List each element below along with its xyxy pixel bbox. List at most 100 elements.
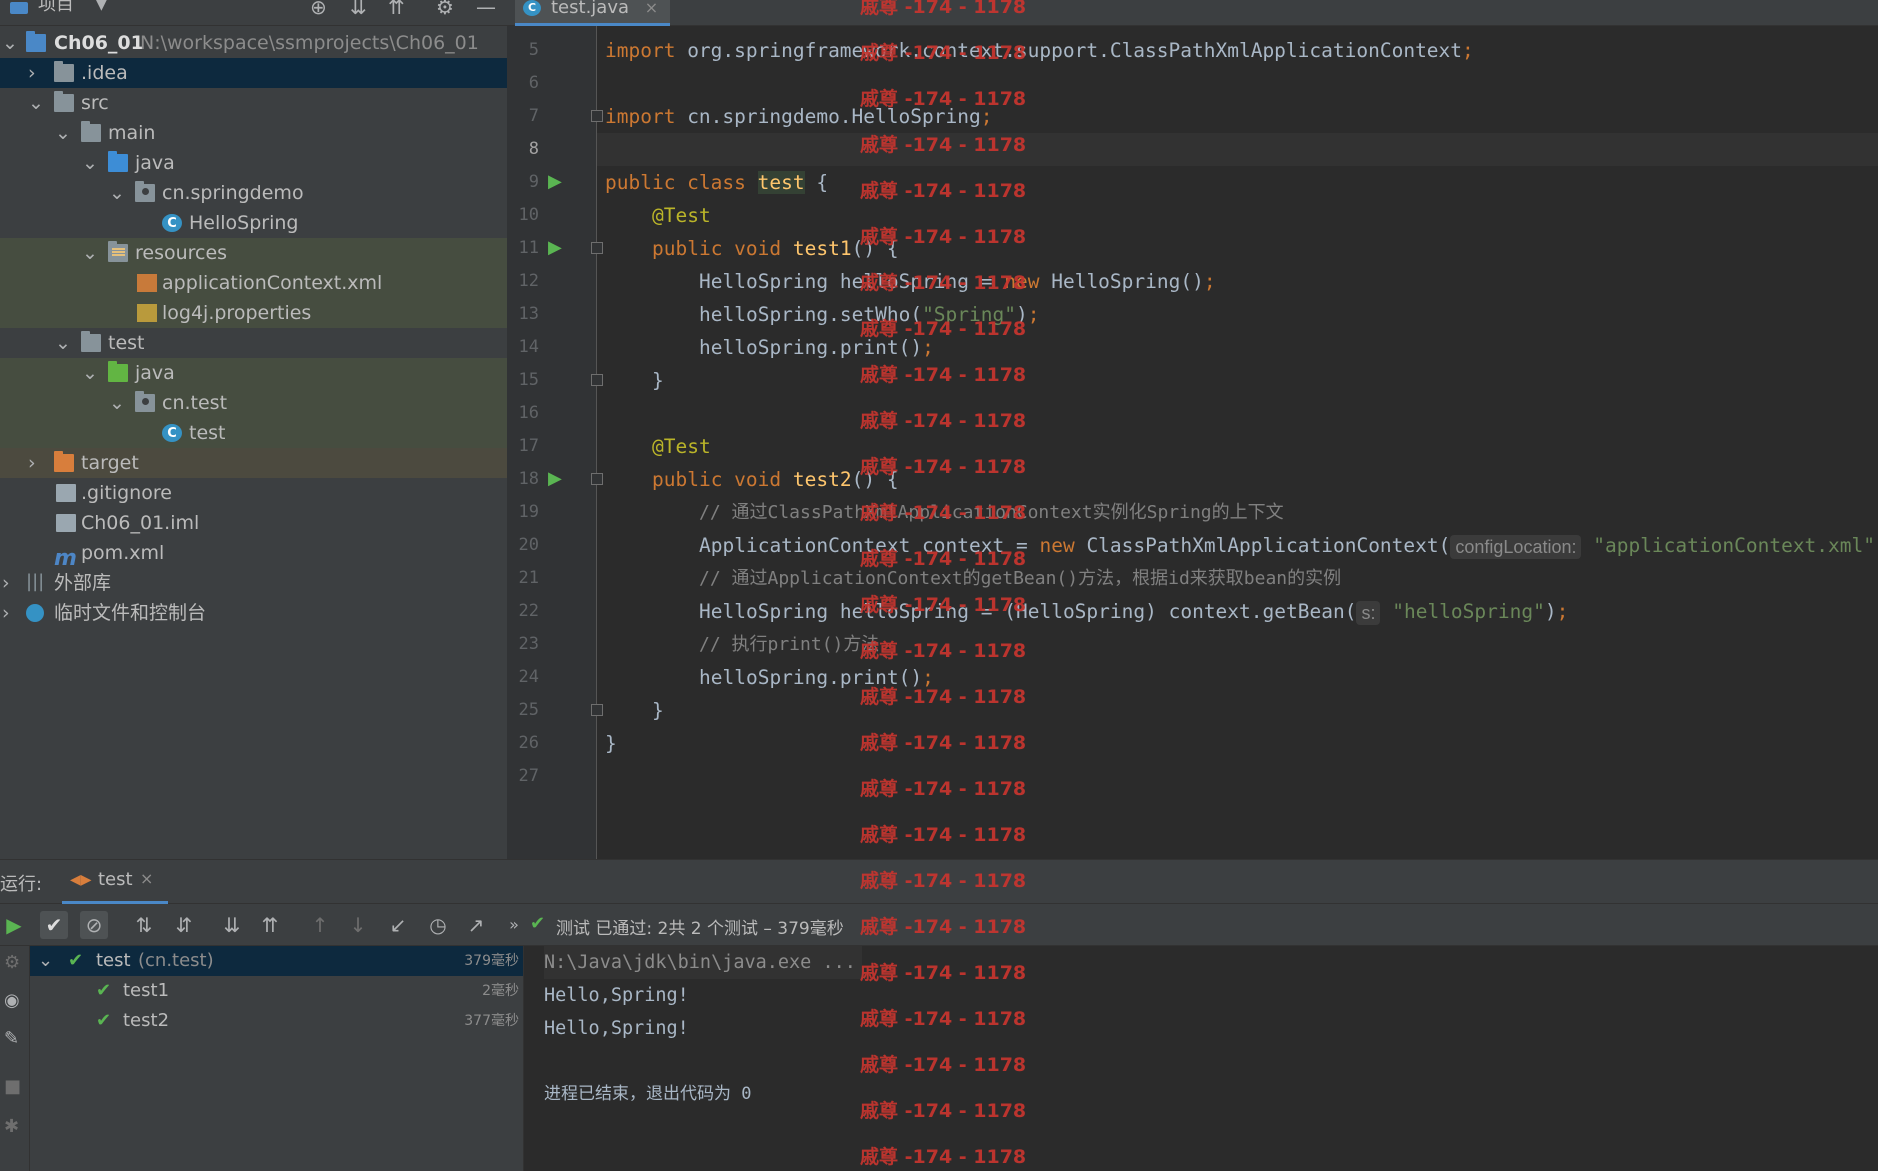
tree-item-target[interactable]: › target (0, 448, 507, 478)
tree-item-ch06-01[interactable]: ⌄ Ch06_01 N:\workspace\ssmprojects\Ch06_… (0, 28, 507, 58)
chevron-down-icon[interactable]: ⌄ (55, 328, 71, 358)
collapse-all-icon[interactable]: ⇈ (256, 911, 284, 939)
tree-item-label: log4j.properties (162, 302, 312, 324)
history-icon[interactable]: ◷ (424, 911, 452, 939)
tree-item-main[interactable]: ⌄ main (0, 118, 507, 148)
settings-icon[interactable]: ✱ (4, 1116, 19, 1137)
import-tests-icon[interactable]: ↙ (384, 911, 412, 939)
tree-item-test-class[interactable]: C test (0, 418, 507, 448)
more-icon[interactable]: » (500, 911, 528, 939)
camera-icon[interactable]: ◉ (4, 990, 20, 1011)
wrench-icon[interactable]: ✎ (4, 1028, 19, 1049)
tree-item-iml[interactable]: Ch06_01.iml (0, 508, 507, 538)
run-test2-gutter-icon[interactable]: ▶ (548, 469, 568, 489)
tree-item-external-libraries[interactable]: › ||| 外部库 (0, 568, 507, 598)
parameter-hint: s: (1356, 600, 1381, 625)
locate-icon[interactable]: ⊕ (310, 0, 327, 19)
test-result-row[interactable]: ✔ test1 2毫秒 (30, 976, 523, 1006)
export-icon[interactable]: ↗ (462, 911, 490, 939)
project-view-label[interactable]: 项目 (38, 0, 74, 15)
folder-icon (81, 121, 101, 142)
collapse-all-icon[interactable]: ⇈ (388, 0, 405, 19)
tree-item-scratches[interactable]: › 临时文件和控制台 (0, 598, 507, 628)
code-editor[interactable]: 5 6 7 8 9 10 11 12 13 14 15 16 17 18 19 … (507, 26, 1878, 859)
tree-item-test[interactable]: ⌄ test (0, 328, 507, 358)
tree-item-hellospring[interactable]: C HelloSpring (0, 208, 507, 238)
passed-check-icon: ✔ (96, 1010, 112, 1031)
tree-item-label: 外部库 (54, 572, 112, 594)
chevron-down-icon[interactable]: ⌄ (82, 358, 98, 388)
tree-item-pom-xml[interactable]: m pom.xml (0, 538, 507, 571)
chevron-right-icon[interactable]: › (2, 598, 18, 628)
tree-item-gitignore[interactable]: .gitignore (0, 478, 507, 508)
next-failed-icon[interactable]: ↓ (344, 911, 372, 939)
run-tab-test[interactable]: ◀▶ test × (62, 860, 168, 904)
watermark-text: 戚尊 -174 - 1178 (860, 1008, 1027, 1030)
tree-item-path: N:\workspace\ssmprojects\Ch06_01 (140, 32, 479, 54)
tree-item-applicationcontext-xml[interactable]: applicationContext.xml (0, 268, 507, 298)
sort-alpha-icon[interactable]: ⇅ (130, 911, 158, 939)
tree-item-resources[interactable]: ⌄ resources (0, 238, 507, 268)
java-class-icon: C (162, 214, 182, 232)
expand-all-icon[interactable]: ⇊ (218, 911, 246, 939)
resources-folder-icon (108, 241, 128, 262)
chevron-down-icon[interactable]: ▼ (96, 0, 107, 13)
show-passed-icon[interactable]: ✔ (40, 911, 68, 939)
chevron-right-icon[interactable]: › (2, 568, 18, 598)
watermark-text: 戚尊 -174 - 1178 (860, 916, 1027, 938)
test-result-row[interactable]: ⌄ ✔ test (cn.test) 379毫秒 (30, 946, 523, 976)
sort-duration-icon[interactable]: ⇵ (170, 911, 198, 939)
debug-icon[interactable]: ⚙ (4, 952, 20, 973)
chevron-down-icon[interactable]: ⌄ (55, 118, 71, 148)
fold-marker-icon[interactable] (591, 242, 603, 254)
run-test1-gutter-icon[interactable]: ▶ (548, 238, 568, 258)
code-line-17: @Test (652, 435, 711, 458)
fold-marker-icon[interactable] (591, 374, 603, 386)
chevron-down-icon[interactable]: ⌄ (82, 148, 98, 178)
expand-all-icon[interactable]: ⇊ (350, 0, 367, 19)
tree-item-test-java[interactable]: ⌄ java (0, 358, 507, 388)
chevron-down-icon[interactable]: ⌄ (109, 388, 125, 418)
fold-marker-icon[interactable] (591, 110, 603, 122)
gear-icon[interactable]: ⚙ (436, 0, 454, 19)
fold-marker-icon[interactable] (591, 473, 603, 485)
tree-item-idea[interactable]: › .idea (0, 58, 507, 88)
previous-failed-icon[interactable]: ↑ (306, 911, 334, 939)
run-class-gutter-icon[interactable]: ▶ (548, 172, 568, 192)
chevron-down-icon[interactable]: ⌄ (38, 946, 53, 976)
stop-icon[interactable]: ■ (4, 1076, 21, 1097)
test-run-icon: ◀▶ (70, 872, 92, 888)
chevron-down-icon[interactable]: ⌄ (82, 238, 98, 268)
chevron-down-icon[interactable]: ⌄ (28, 88, 44, 118)
package-icon (135, 181, 155, 202)
tree-item-cn-test[interactable]: ⌄ cn.test (0, 388, 507, 418)
line-number: 17 (518, 436, 539, 456)
properties-file-icon (137, 304, 157, 322)
watermark-text: 戚尊 -174 - 1178 (860, 732, 1027, 754)
chevron-right-icon[interactable]: › (28, 58, 44, 88)
close-icon[interactable]: × (645, 0, 658, 17)
tree-item-src[interactable]: ⌄ src (0, 88, 507, 118)
code-token: new (1039, 534, 1087, 557)
tree-item-main-java[interactable]: ⌄ java (0, 148, 507, 178)
fold-marker-icon[interactable] (591, 704, 603, 716)
tree-item-label: resources (135, 242, 228, 264)
watermark-text: 戚尊 -174 - 1178 (860, 364, 1027, 386)
show-ignored-icon[interactable]: ⊘ (80, 911, 108, 939)
minimize-icon[interactable]: — (476, 0, 496, 19)
rerun-icon[interactable]: ▶ (0, 911, 28, 939)
tab-test-java[interactable]: C test.java × (515, 0, 671, 26)
chevron-down-icon[interactable]: ⌄ (2, 28, 18, 58)
code-token: HelloSpring helloSpring = (HelloSpring) … (699, 600, 1357, 623)
maven-icon: m (54, 546, 77, 571)
tree-item-cn-springdemo[interactable]: ⌄ cn.springdemo (0, 178, 507, 208)
console-output[interactable]: N:\Java\jdk\bin\java.exe ... Hello,Sprin… (523, 946, 1878, 1171)
code-token: test (757, 171, 805, 194)
test-result-row[interactable]: ✔ test2 377毫秒 (30, 1006, 523, 1036)
chevron-right-icon[interactable]: › (28, 448, 44, 478)
chevron-down-icon[interactable]: ⌄ (109, 178, 125, 208)
watermark-text: 戚尊 -174 - 1178 (860, 686, 1027, 708)
tree-item-log4j-properties[interactable]: log4j.properties (0, 298, 507, 328)
line-number: 16 (518, 403, 539, 423)
close-icon[interactable]: × (140, 869, 153, 888)
